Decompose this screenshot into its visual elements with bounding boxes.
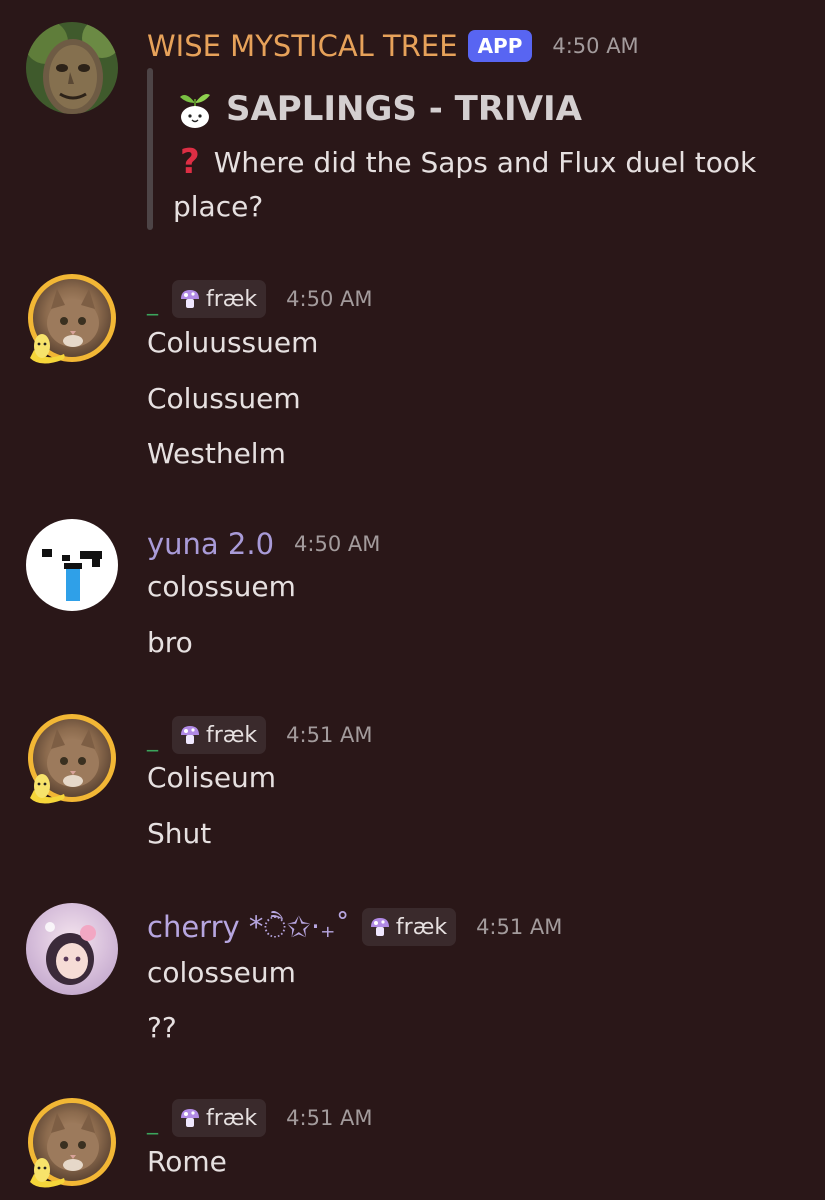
app-badge: APP	[467, 30, 533, 62]
cherry-avatar[interactable]	[26, 903, 118, 995]
mushroom-icon	[181, 1109, 199, 1127]
message-line: Coliseum	[147, 761, 277, 794]
embed-accent-bar	[147, 68, 153, 230]
role-tag: fræk	[172, 1099, 267, 1137]
message-line: Westhelm	[147, 437, 286, 470]
author-name[interactable]: _	[147, 1110, 158, 1135]
message-line: colossuem	[147, 570, 296, 603]
embed-title-row: SAPLINGS - TRIVIA	[176, 86, 582, 132]
message-line: Shut	[147, 817, 212, 850]
message-line: Coluussuem	[147, 326, 319, 359]
message-line: Rome	[147, 1145, 227, 1178]
role-tag-label: fræk	[395, 914, 448, 940]
message-line: colosseum	[147, 956, 296, 989]
timestamp: 4:51 AM	[476, 915, 563, 939]
author-name[interactable]: _	[147, 291, 158, 316]
timestamp: 4:51 AM	[286, 1106, 373, 1130]
embed-question-text: Where did the Saps and Flux duel took	[213, 145, 757, 179]
role-tag-label: fræk	[206, 1105, 258, 1131]
banana-icon	[30, 774, 65, 804]
embed-title: SAPLINGS - TRIVIA	[226, 89, 582, 129]
cat-avatar[interactable]	[26, 1096, 118, 1188]
mushroom-icon	[181, 726, 199, 744]
embed-question-line1: ? Where did the Saps and Flux duel took	[176, 142, 756, 182]
mushroom-icon	[181, 290, 199, 308]
role-tag: fræk	[361, 908, 457, 946]
role-tag-label: fræk	[206, 722, 258, 748]
timestamp: 4:50 AM	[294, 532, 381, 556]
timestamp: 4:51 AM	[286, 723, 373, 747]
role-tag: fræk	[172, 716, 267, 754]
timestamp: 4:50 AM	[552, 34, 639, 58]
sapling-icon	[180, 94, 210, 128]
author-name[interactable]: cherry *ੈ✩‧₊˚	[147, 910, 350, 945]
mushroom-icon	[370, 918, 389, 936]
yuna-avatar[interactable]	[26, 519, 118, 611]
banana-icon	[30, 334, 65, 364]
author-name[interactable]: WISE MYSTICAL TREE	[147, 29, 458, 63]
role-tag-label: fræk	[206, 286, 258, 312]
message-line: bro	[147, 626, 193, 659]
timestamp: 4:50 AM	[286, 287, 373, 311]
cat-avatar[interactable]	[26, 272, 118, 364]
question-mark-icon: ?	[180, 142, 200, 182]
banana-icon	[30, 1158, 65, 1188]
message-line: Colussuem	[147, 382, 301, 415]
author-name[interactable]: _	[147, 727, 158, 752]
tree-avatar[interactable]	[26, 22, 118, 114]
message-line: ??	[147, 1011, 177, 1044]
cat-avatar[interactable]	[26, 712, 118, 804]
role-tag: fræk	[172, 280, 267, 318]
author-name[interactable]: yuna 2.0	[147, 527, 274, 561]
embed-question-line2: place?	[173, 190, 264, 223]
